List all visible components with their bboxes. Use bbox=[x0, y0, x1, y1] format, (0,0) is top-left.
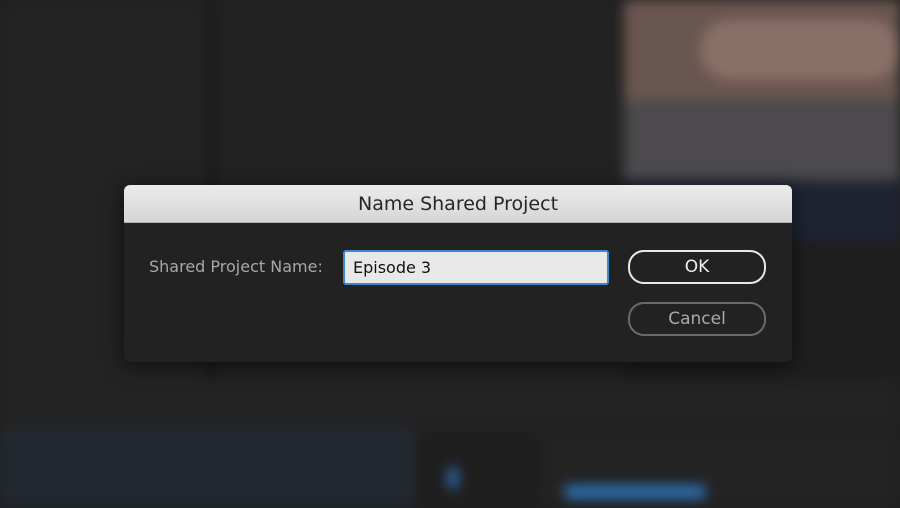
tool-selected bbox=[448, 468, 458, 488]
shared-project-name-label: Shared Project Name: bbox=[149, 257, 323, 276]
name-shared-project-dialog: Name Shared Project Shared Project Name:… bbox=[124, 185, 792, 362]
ok-button[interactable]: OK bbox=[628, 250, 766, 284]
video-frame-shirt bbox=[624, 100, 900, 180]
transport-bar bbox=[0, 380, 900, 430]
project-panel bbox=[0, 432, 415, 508]
dialog-title: Name Shared Project bbox=[124, 185, 792, 223]
cancel-button[interactable]: Cancel bbox=[628, 302, 766, 336]
timecode-blue bbox=[565, 485, 705, 499]
video-frame-hand bbox=[700, 20, 900, 80]
shared-project-name-input[interactable]: Episode 3 bbox=[343, 250, 609, 285]
